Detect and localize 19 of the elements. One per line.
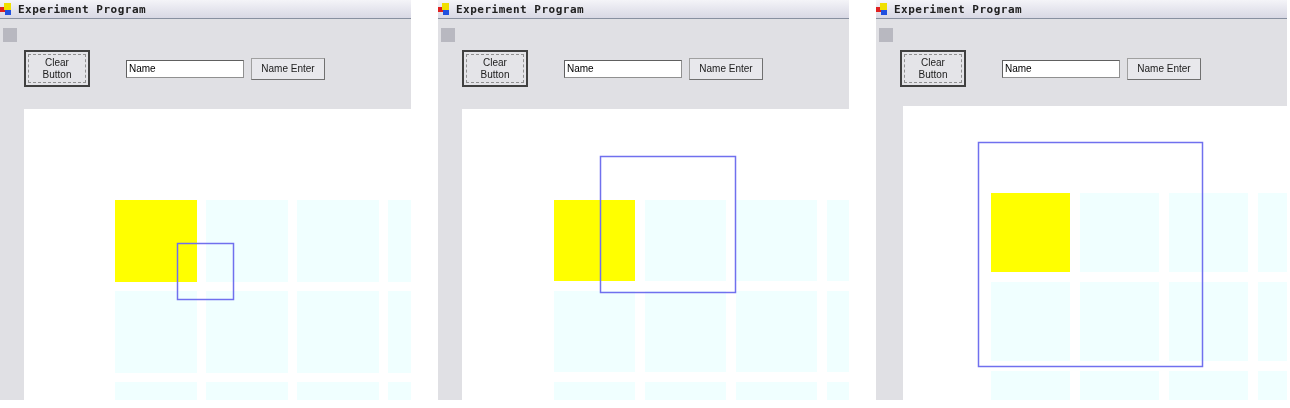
name-enter-button[interactable]: Name Enter: [689, 57, 763, 80]
app-icon: [876, 3, 888, 15]
name-enter-button[interactable]: Name Enter: [1127, 57, 1201, 80]
clear-button[interactable]: Clear Button: [462, 50, 528, 87]
square-icon: [3, 28, 17, 42]
app-icon: [438, 3, 450, 15]
name-enter-button[interactable]: Name Enter: [251, 57, 325, 80]
square-icon: [879, 28, 893, 42]
app-icon: [0, 3, 12, 15]
window-title: Experiment Program: [456, 2, 585, 16]
window-title: Experiment Program: [18, 2, 147, 16]
name-field[interactable]: Name: [564, 59, 682, 78]
window-title: Experiment Program: [894, 2, 1023, 16]
clear-button[interactable]: Clear Button: [24, 50, 90, 87]
selection-rectangle: [176, 242, 235, 301]
square-icon: [441, 28, 455, 42]
name-field[interactable]: Name: [1002, 59, 1120, 78]
name-field[interactable]: Name: [126, 59, 244, 78]
clear-button[interactable]: Clear Button: [900, 50, 966, 87]
